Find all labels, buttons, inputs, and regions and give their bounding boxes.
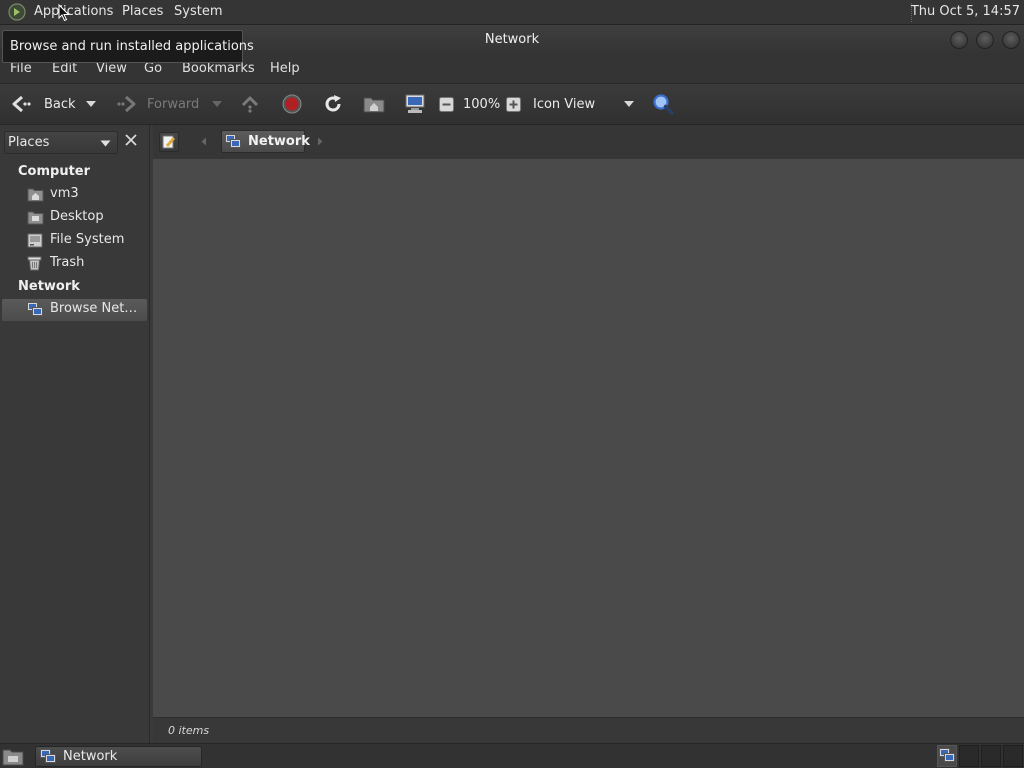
back-history-dropdown[interactable] [85, 84, 97, 124]
sidebar-item-desktop[interactable]: Desktop [0, 207, 148, 229]
clock[interactable]: Thu Oct 5, 14:57 [911, 4, 1020, 19]
bottom-panel: Network [0, 743, 1024, 768]
zoom-level[interactable]: 100% [463, 84, 500, 124]
sidebar-type-label: Places [8, 135, 50, 150]
home-folder-icon [363, 95, 385, 113]
search-icon [652, 93, 674, 115]
sidebar-header-network: Network [18, 279, 80, 294]
reload-icon [323, 94, 343, 114]
tooltip: Browse and run installed applications [2, 30, 254, 63]
computer-button[interactable] [404, 84, 426, 124]
show-desktop-icon[interactable] [2, 747, 24, 766]
breadcrumb-label: Network [248, 134, 310, 149]
network-icon [27, 302, 43, 317]
view-mode-select[interactable]: Icon View [533, 84, 638, 124]
toolbar: Back Forward 100% Icon View [0, 83, 1024, 125]
stop-icon [282, 94, 302, 114]
applications-menu[interactable]: Applications [34, 4, 113, 19]
chevron-right-icon[interactable] [317, 137, 323, 146]
file-view[interactable] [153, 159, 1024, 717]
sidebar-item-label: Trash [50, 255, 85, 270]
up-button[interactable] [240, 84, 260, 124]
sidebar-item-label: Browse Net… [50, 301, 138, 316]
home-folder-icon [27, 187, 44, 202]
sidebar-item-vm3[interactable]: vm3 [0, 184, 148, 206]
zoom-out-button[interactable] [439, 84, 454, 124]
app-menu-logo-icon[interactable] [7, 3, 27, 21]
home-button[interactable] [363, 84, 385, 124]
workspace-3[interactable] [981, 745, 1001, 767]
network-icon [225, 134, 241, 149]
sidebar-header-computer: Computer [18, 164, 91, 179]
zoom-in-button[interactable] [506, 84, 521, 124]
taskbar-item-network[interactable]: Network [35, 746, 202, 767]
sidebar-item-file-system[interactable]: File System [0, 230, 148, 252]
forward-history-dropdown[interactable] [211, 84, 223, 124]
zoom-level-label: 100% [463, 96, 501, 112]
forward-button[interactable]: Forward [114, 84, 199, 124]
menu-view[interactable]: View [96, 61, 127, 76]
sidebar-type-select[interactable]: Places [4, 131, 118, 154]
chevron-left-icon[interactable] [201, 137, 207, 146]
zoom-out-icon [439, 96, 454, 112]
drive-icon [27, 233, 43, 248]
system-menu[interactable]: System [174, 4, 222, 19]
network-icon [40, 749, 56, 764]
maximize-icon[interactable] [976, 31, 994, 49]
file-manager-window: Network File Edit View Go Bookmarks Help… [0, 25, 1024, 743]
chevron-down-icon [211, 100, 223, 108]
back-button[interactable]: Back [10, 84, 76, 124]
status-text: 0 items [168, 724, 210, 737]
edit-location-button[interactable] [159, 132, 179, 152]
sidebar-item-label: File System [50, 232, 125, 247]
menu-go[interactable]: Go [144, 61, 162, 76]
menu-edit[interactable]: Edit [52, 61, 77, 76]
sidebar-item-trash[interactable]: Trash [0, 253, 148, 275]
location-bar: Network [153, 125, 1024, 159]
close-icon[interactable] [1002, 31, 1020, 49]
workspace-2[interactable] [959, 745, 979, 767]
workspace-1[interactable] [937, 745, 957, 767]
sidebar-item-label: vm3 [50, 186, 79, 201]
search-button[interactable] [652, 84, 674, 124]
computer-icon [404, 94, 426, 114]
taskbar-item-label: Network [63, 749, 118, 764]
minimize-icon[interactable] [950, 31, 968, 49]
breadcrumb-network[interactable]: Network [221, 130, 310, 153]
reload-button[interactable] [323, 84, 343, 124]
back-label: Back [44, 96, 76, 112]
network-icon [939, 748, 955, 763]
forward-label: Forward [147, 96, 200, 112]
desktop-folder-icon [27, 210, 44, 225]
workspace-4[interactable] [1003, 745, 1023, 767]
sidebar-item-label: Desktop [50, 209, 104, 224]
menu-help[interactable]: Help [270, 61, 300, 76]
trash-icon [27, 256, 42, 271]
chevron-down-icon [85, 100, 97, 108]
tooltip-text: Browse and run installed applications [10, 39, 254, 54]
chevron-down-icon [100, 140, 111, 147]
forward-arrow-icon [114, 94, 138, 114]
mouse-cursor-icon [58, 4, 70, 22]
view-mode-label: Icon View [533, 96, 596, 112]
chevron-down-icon [623, 100, 635, 108]
stop-button[interactable] [282, 84, 302, 124]
top-panel: Applications Places System Thu Oct 5, 14… [0, 0, 1024, 25]
sidebar-item-browse-network[interactable]: Browse Net… [2, 299, 147, 321]
up-arrow-icon [240, 94, 260, 114]
statusbar: 0 items [153, 717, 1024, 743]
zoom-in-icon [506, 96, 521, 112]
menu-bookmarks[interactable]: Bookmarks [182, 61, 255, 76]
close-sidebar-icon[interactable] [123, 132, 139, 148]
places-menu[interactable]: Places [122, 4, 163, 19]
edit-location-icon [162, 135, 176, 149]
sidebar: Places Computer vm3 Desktop File System … [0, 125, 150, 743]
menu-file[interactable]: File [10, 61, 32, 76]
back-arrow-icon [10, 94, 34, 114]
